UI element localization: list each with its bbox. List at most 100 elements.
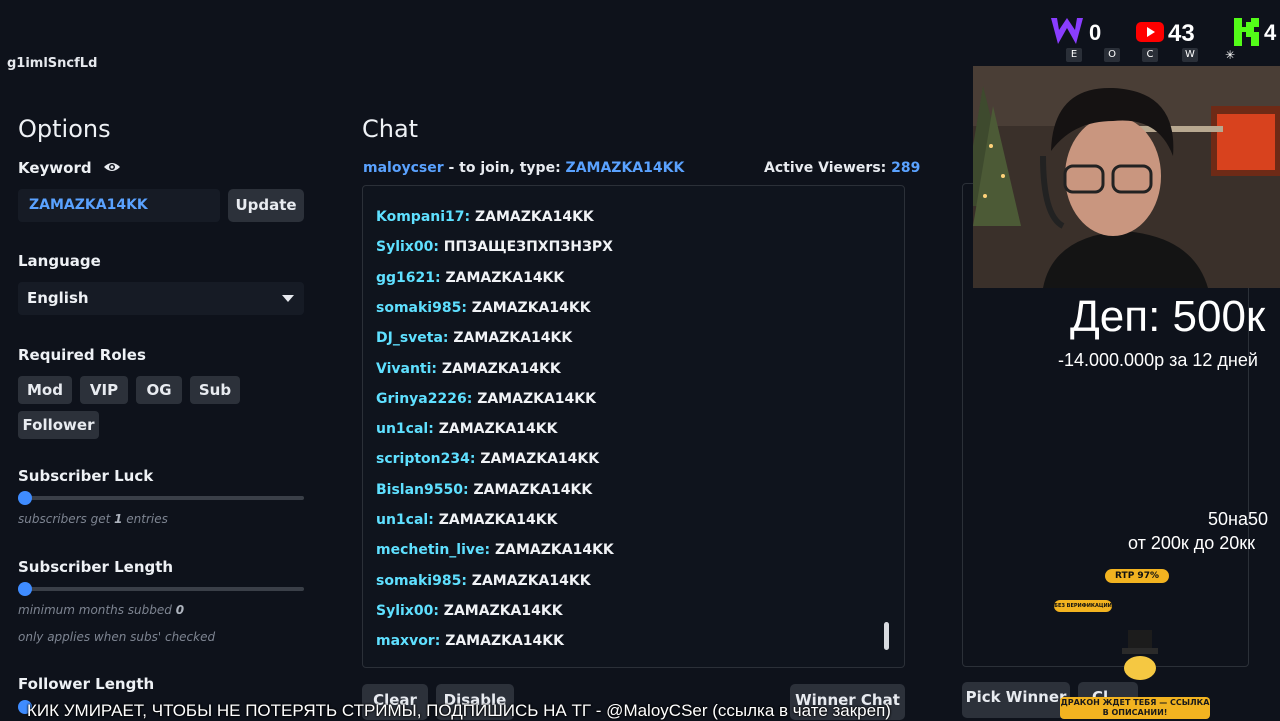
subscriber-length-knob[interactable] bbox=[18, 582, 32, 596]
w-counter: 0 bbox=[1089, 20, 1102, 45]
chat-username[interactable]: somaki985: bbox=[376, 573, 467, 589]
chat-username[interactable]: Sylix00: bbox=[376, 239, 439, 255]
chat-text: ZAMAZKA14KK bbox=[443, 602, 563, 619]
options-title: Options bbox=[18, 115, 111, 143]
chat-username[interactable]: scripton234: bbox=[376, 451, 475, 467]
chat-message: Vivanti: ZAMAZKA14KK bbox=[376, 361, 561, 377]
chat-text: ZAMAZKA14KK bbox=[471, 572, 591, 589]
chat-message: un1cal: ZAMAZKA14KK bbox=[376, 421, 557, 437]
chat-message: Grinya2226: ZAMAZKA14KK bbox=[376, 391, 596, 407]
language-value: English bbox=[27, 289, 89, 307]
chat-username[interactable]: Sylix00: bbox=[376, 603, 439, 619]
subscriber-length-label: Subscriber Length bbox=[18, 558, 174, 576]
active-viewers: Active Viewers: 289 bbox=[764, 160, 921, 176]
role-mod-chip[interactable]: Mod bbox=[18, 376, 72, 404]
chat-text: ZAMAZKA14KK bbox=[441, 360, 561, 377]
role-og-chip[interactable]: OG bbox=[136, 376, 182, 404]
chat-message: somaki985: ZAMAZKA14KK bbox=[376, 300, 591, 316]
chat-text: ZAMAZKA14KK bbox=[453, 330, 573, 347]
kick-w-icon bbox=[1050, 16, 1084, 46]
overlay-letter-e: E bbox=[1066, 48, 1082, 62]
eye-icon[interactable] bbox=[103, 159, 121, 175]
subscriber-luck-label: Subscriber Luck bbox=[18, 467, 154, 485]
subscriber-luck-hint: subscribers get 1 entries bbox=[18, 512, 168, 526]
chat-title: Chat bbox=[362, 115, 419, 143]
update-button[interactable]: Update bbox=[228, 189, 304, 222]
chat-username[interactable]: DJ_sveta: bbox=[376, 330, 449, 346]
chat-username[interactable]: mechetin_live: bbox=[376, 542, 490, 558]
join-keyword: ZAMAZKA14KK bbox=[565, 160, 685, 176]
chat-log[interactable]: Kompani17: ZAMAZKA14KK Sylix00: ППЗАЩЕЗПХ… bbox=[362, 185, 905, 668]
chat-username[interactable]: un1cal: bbox=[376, 421, 434, 437]
chat-username[interactable]: Vivanti: bbox=[376, 361, 437, 377]
required-roles-label: Required Roles bbox=[18, 346, 146, 364]
chat-scrollbar[interactable] bbox=[884, 622, 889, 650]
chat-text: ZAMAZKA14KK bbox=[495, 542, 614, 559]
chat-message: maxvor: ZAMAZKA14KK bbox=[376, 633, 564, 649]
keyword-input[interactable]: ZAMAZKA14KK bbox=[18, 189, 220, 222]
k-counter: 4 bbox=[1264, 20, 1277, 45]
chat-text: ZAMAZKA14KK bbox=[438, 512, 558, 528]
chat-username[interactable]: maxvor: bbox=[376, 633, 440, 649]
pick-winner-button[interactable]: Pick Winner bbox=[962, 682, 1070, 718]
chat-username[interactable]: un1cal: bbox=[376, 512, 434, 528]
chat-message: mechetin_live: ZAMAZKA14KK bbox=[376, 542, 614, 558]
promo-line2: от 200к до 20кк bbox=[1128, 533, 1256, 553]
language-label: Language bbox=[18, 252, 101, 270]
kick-k-icon bbox=[1233, 17, 1259, 47]
chat-message: Sylix00: ZAMAZKA14KK bbox=[376, 603, 563, 619]
channel-name[interactable]: maloycser bbox=[363, 160, 444, 176]
chat-username[interactable]: Kompani17: bbox=[376, 209, 470, 225]
chat-text: ZAMAZKA14KK bbox=[445, 269, 565, 286]
chat-username[interactable]: Bislan9550: bbox=[376, 482, 469, 498]
overlay-letter-c: C bbox=[1142, 48, 1158, 62]
hat-mascot-icon bbox=[1118, 628, 1162, 680]
chat-message: gg1621: ZAMAZKA14KK bbox=[376, 270, 564, 286]
dragon-promo-banner: ДРАКОН ЖДЕТ ТЕБЯ — ССЫЛКА В ОПИСАНИИ! bbox=[1060, 697, 1210, 719]
chat-text: ZAMAZKA14KK bbox=[477, 390, 596, 407]
overlay-letter-o: O bbox=[1104, 48, 1120, 62]
chat-message: scripton234: ZAMAZKA14KK bbox=[376, 451, 599, 467]
verification-badge: БЕЗ ВЕРИФИКАЦИИ bbox=[1054, 600, 1112, 612]
overlay-letter-w: W bbox=[1182, 48, 1198, 62]
chat-message: Bislan9550: ZAMAZKA14KK bbox=[376, 482, 592, 498]
subscriber-length-hint: minimum months subbed 0 bbox=[18, 603, 185, 617]
chat-message: un1cal: ZAMAZKA14KK bbox=[376, 512, 557, 528]
chat-text: ППЗАЩЕЗПХПЗНЗРХ bbox=[443, 239, 613, 256]
chat-message: DJ_sveta: ZAMAZKA14KK bbox=[376, 330, 572, 346]
chevron-down-icon bbox=[282, 295, 294, 302]
keyword-label: Keyword bbox=[18, 159, 92, 177]
subscriber-length-slider[interactable] bbox=[18, 587, 304, 591]
youtube-icon bbox=[1136, 22, 1164, 42]
chat-message: Kompani17: ZAMAZKA14KK bbox=[376, 209, 594, 225]
role-vip-chip[interactable]: VIP bbox=[80, 376, 128, 404]
sparkle-icon: ✳ bbox=[1225, 48, 1236, 62]
follower-length-label: Follower Length bbox=[18, 675, 155, 693]
language-select[interactable]: English bbox=[18, 282, 304, 315]
webcam-feed bbox=[973, 66, 1280, 288]
dep-subtext: -14.000.000р за 12 дней bbox=[1058, 350, 1258, 370]
subscriber-luck-knob[interactable] bbox=[18, 491, 32, 505]
dep-text: Деп: 500к bbox=[1070, 292, 1266, 341]
chat-text: ZAMAZKA14KK bbox=[445, 633, 564, 650]
viewers-count: 289 bbox=[891, 160, 921, 176]
promo-line1: 50на50 bbox=[1208, 509, 1268, 529]
chat-text: ZAMAZKA14KK bbox=[471, 299, 591, 316]
chat-text: ZAMAZKA14KK bbox=[480, 451, 600, 468]
role-follower-chip[interactable]: Follower bbox=[18, 411, 99, 439]
stream-subtitle: КИК УМИРАЕТ, ЧТОБЫ НЕ ПОТЕРЯТЬ СТРИМЫ, П… bbox=[27, 701, 891, 720]
chat-username[interactable]: somaki985: bbox=[376, 300, 467, 316]
chat-username[interactable]: Grinya2226: bbox=[376, 391, 472, 407]
chat-message: Sylix00: ППЗАЩЕЗПХПЗНЗРХ bbox=[376, 239, 613, 255]
chat-text: ZAMAZKA14KK bbox=[475, 209, 594, 225]
rtp-badge: RTP 97% bbox=[1105, 569, 1169, 583]
role-sub-chip[interactable]: Sub bbox=[190, 376, 240, 404]
app-id: g1imlSncfLd bbox=[7, 56, 98, 71]
chat-text: ZAMAZKA14KK bbox=[473, 481, 593, 498]
chat-text: ZAMAZKA14KK bbox=[438, 421, 558, 438]
chat-message: somaki985: ZAMAZKA14KK bbox=[376, 573, 591, 589]
subscriber-luck-slider[interactable] bbox=[18, 496, 304, 500]
subscriber-length-hint2: only applies when subs' checked bbox=[18, 630, 216, 644]
chat-username[interactable]: gg1621: bbox=[376, 270, 441, 286]
join-instructions: maloycser - to join, type: ZAMAZKA14KK bbox=[363, 160, 685, 176]
